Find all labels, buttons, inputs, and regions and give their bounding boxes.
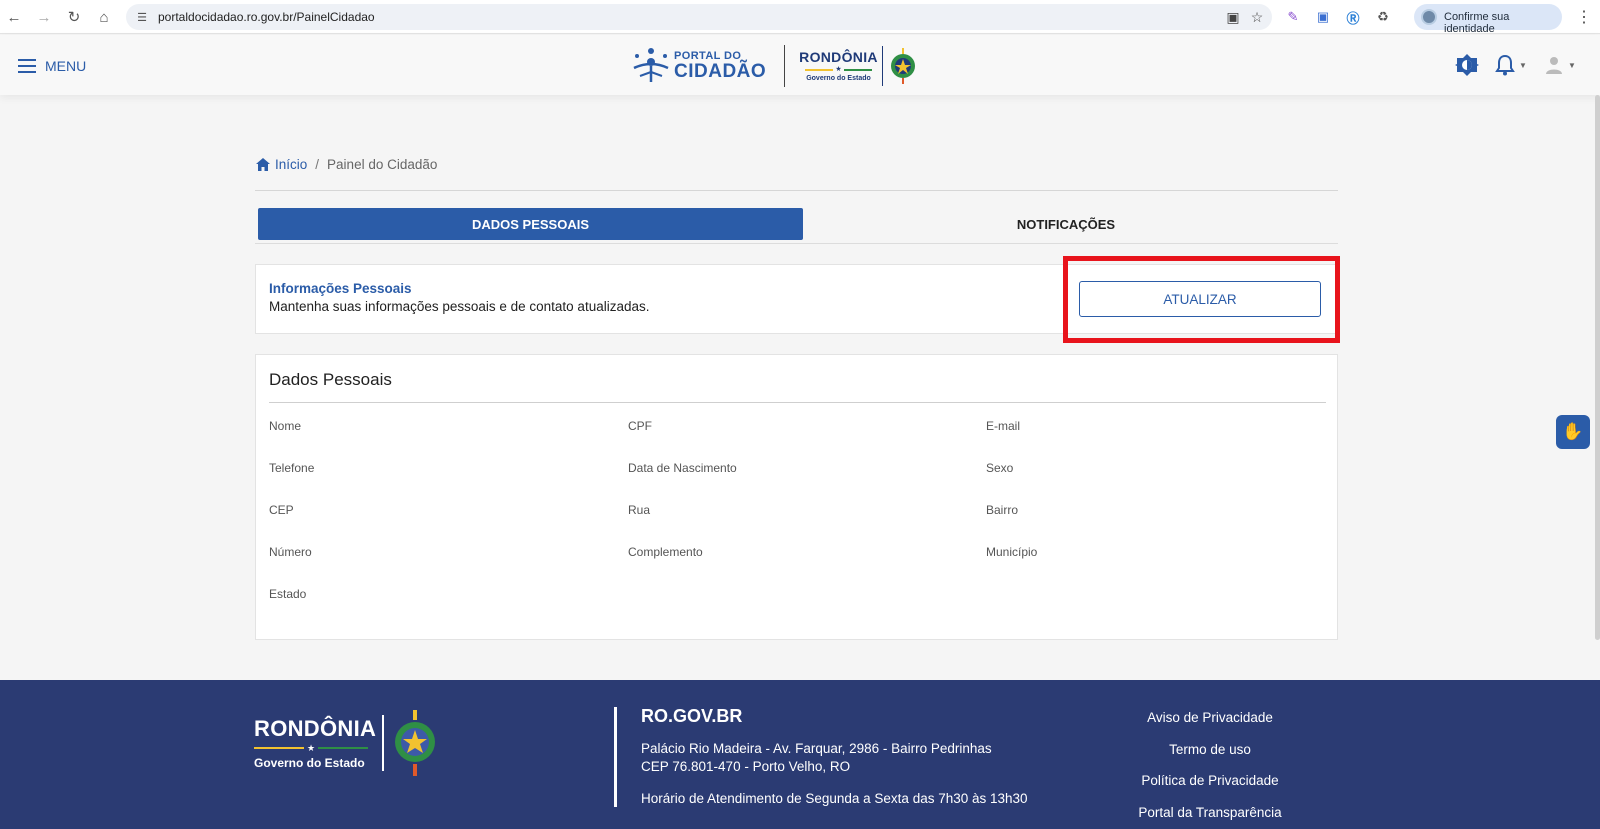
pen-extension-icon[interactable]: ✎ [1284,8,1302,26]
more-kebab-icon[interactable]: ⋮ [1576,7,1592,27]
footer-link-portal-transparencia[interactable]: Portal da Transparência [1110,805,1310,820]
breadcrumb: Início / Painel do Cidadão [256,157,437,172]
personal-data-card: Dados Pessoais Nome CPF E-mail Telefone … [255,354,1338,640]
bookmark-star-icon[interactable]: ☆ [1248,8,1266,26]
breadcrumb-home-link[interactable]: Início [256,157,307,172]
footer-governo-text: Governo do Estado [254,755,365,770]
r-extension-icon[interactable]: Ⓡ [1344,8,1362,26]
atualizar-button[interactable]: ATUALIZAR [1079,281,1321,317]
field-label-bairro: Bairro [986,503,1019,517]
portal-logo[interactable]: PORTAL DO CIDADÃO RONDÔNIA ★ Governo do … [632,43,919,89]
divider [255,190,1338,191]
footer-link-aviso-privacidade[interactable]: Aviso de Privacidade [1110,710,1310,725]
identity-chip[interactable]: Confirme sua identidade [1414,4,1562,35]
notification-bell-icon[interactable]: ▼ [1495,52,1527,78]
identity-avatar-icon [1421,9,1437,25]
sign-language-icon[interactable]: ✋ [1556,415,1590,449]
field-label-nome: Nome [269,419,302,433]
field-label-estado: Estado [269,587,307,601]
identity-label: Confirme sua identidade [1444,11,1510,35]
forward-icon[interactable]: → [34,7,54,27]
site-info-icon[interactable]: ☰ [134,9,150,25]
footer-logo-divider [382,715,385,771]
footer-state-seal-icon [395,710,436,776]
footer-logo: RONDÔNIA ★ Governo do Estado [254,708,440,778]
rondonia-logo-text: RONDÔNIA [799,49,878,65]
reload-icon[interactable]: ↻ [64,7,84,27]
browser-toolbar: ← → ↻ ⌂ ☰ portaldocidadao.ro.gov.br/Pain… [0,0,1600,35]
state-seal-icon [890,48,915,84]
breadcrumb-home-label[interactable]: Início [275,157,307,172]
footer-link-politica-privacidade[interactable]: Política de Privacidade [1110,773,1310,788]
star-icon: ★ [835,66,842,73]
field-label-numero: Número [269,545,312,559]
translate-extension-icon[interactable]: ▣ [1314,8,1332,26]
footer-address-line1: Palácio Rio Madeira - Av. Farquar, 2986 … [641,741,992,756]
home-icon[interactable]: ⌂ [94,7,114,27]
field-label-email: E-mail [986,419,1021,433]
contrast-icon[interactable] [1455,52,1479,78]
info-card-title: Informações Pessoais [269,281,412,296]
tab-notificacoes[interactable]: NOTIFICAÇÕES [796,208,1336,240]
field-label-telefone: Telefone [269,461,315,475]
site-header: MENU PORTAL DO CIDADÃO RONDÔNIA ★ Govern… [0,35,1600,95]
field-label-complemento: Complemento [628,545,703,559]
portal-cidadao-logo-icon [633,48,669,82]
page-scrollbar[interactable] [1595,95,1600,640]
field-label-data-nascimento: Data de Nascimento [628,461,737,475]
footer-address-line2: CEP 76.801-470 - Porto Velho, RO [641,759,851,774]
footer-rondonia-text: RONDÔNIA [254,715,377,741]
footer-link-termo-uso[interactable]: Termo de uso [1110,742,1310,757]
tab-dados-pessoais[interactable]: DADOS PESSOAIS [258,208,803,240]
home-icon [256,158,270,171]
url-text[interactable]: portaldocidadao.ro.gov.br/PainelCidadao [158,10,375,24]
install-app-icon[interactable]: ▣ [1224,8,1242,26]
field-label-cep: CEP [269,503,294,517]
info-card-description: Mantenha suas informações pessoais e de … [269,299,650,314]
back-icon[interactable]: ← [4,7,24,27]
field-label-sexo: Sexo [986,461,1014,475]
governo-text: Governo do Estado [806,75,871,82]
tab-bar: DADOS PESSOAIS NOTIFICAÇÕES [255,207,1338,244]
footer-star-icon: ★ [307,742,316,753]
field-label-rua: Rua [628,503,651,517]
site-footer: RONDÔNIA ★ Governo do Estado RO.GOV.BR P… [0,680,1600,829]
menu-label: MENU [45,58,87,74]
breadcrumb-current: Painel do Cidadão [327,157,438,172]
hamburger-icon [18,59,36,73]
portal-big-text: CIDADÃO [674,61,767,82]
address-bar[interactable]: ☰ portaldocidadao.ro.gov.br/PainelCidada… [126,4,1272,30]
footer-divider [614,707,617,807]
menu-button[interactable]: MENU [18,55,86,77]
field-label-cpf: CPF [628,419,652,433]
user-avatar-icon[interactable]: ▼ [1544,52,1576,78]
extensions-puzzle-icon[interactable]: ♻ [1374,8,1392,26]
logo-divider [784,45,786,87]
breadcrumb-separator: / [315,157,320,172]
field-label-municipio: Município [986,545,1038,559]
footer-hours: Horário de Atendimento de Segunda a Sext… [641,791,1028,806]
data-card-divider [269,402,1326,403]
data-card-title: Dados Pessoais [269,370,392,389]
footer-brand: RO.GOV.BR [641,706,743,726]
